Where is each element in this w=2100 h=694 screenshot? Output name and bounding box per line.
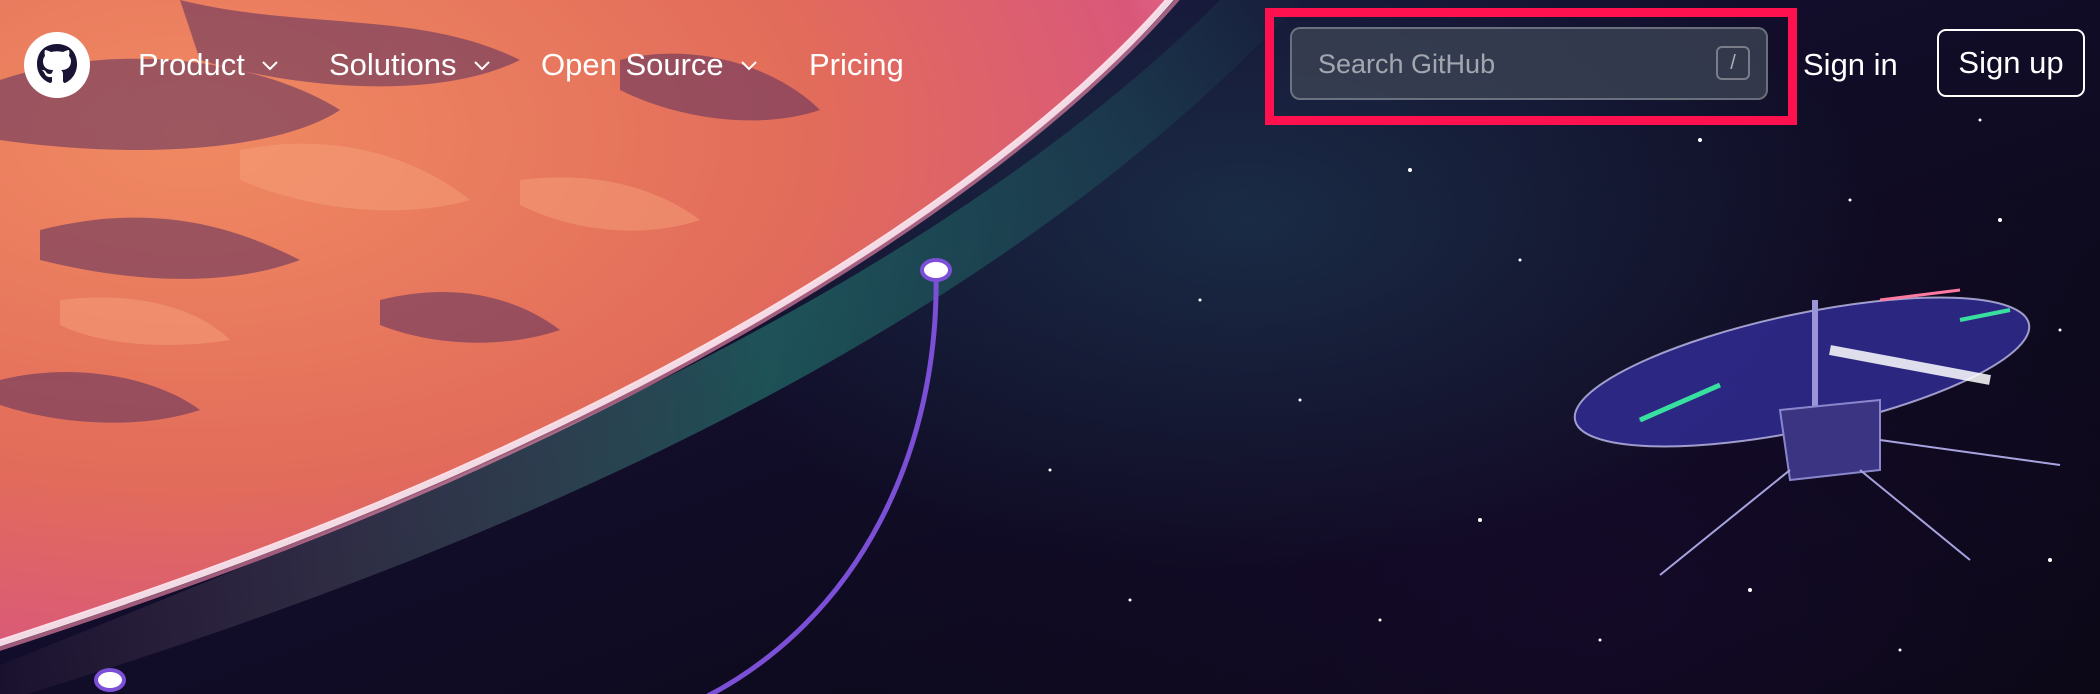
- nav-open-source[interactable]: Open Source: [541, 44, 760, 86]
- nav-solutions-label: Solutions: [329, 47, 457, 82]
- chevron-down-icon: [473, 61, 490, 71]
- nav-pricing-label: Pricing: [809, 47, 904, 82]
- nav-solutions[interactable]: Solutions: [329, 44, 493, 86]
- search-shortcut-key: /: [1716, 46, 1750, 80]
- chevron-down-icon: [262, 61, 278, 71]
- orbit-node: [920, 258, 952, 282]
- sign-up-button[interactable]: Sign up: [1937, 29, 2085, 97]
- nav-product[interactable]: Product: [138, 44, 281, 86]
- helicopter-illustration: [1573, 288, 2061, 576]
- search-box[interactable]: /: [1290, 27, 1768, 100]
- nav-pricing[interactable]: Pricing: [809, 44, 904, 86]
- sign-in-link[interactable]: Sign in: [1803, 44, 1898, 86]
- orbit-node: [94, 668, 126, 692]
- github-logo[interactable]: [24, 32, 90, 98]
- github-mark-icon: [37, 44, 77, 83]
- nav-open-source-label: Open Source: [541, 47, 724, 82]
- top-navigation: Product Solutions Open Source Pricing / …: [0, 0, 2100, 130]
- search-input[interactable]: [1316, 29, 1700, 100]
- nav-product-label: Product: [138, 47, 245, 82]
- chevron-down-icon: [740, 61, 757, 71]
